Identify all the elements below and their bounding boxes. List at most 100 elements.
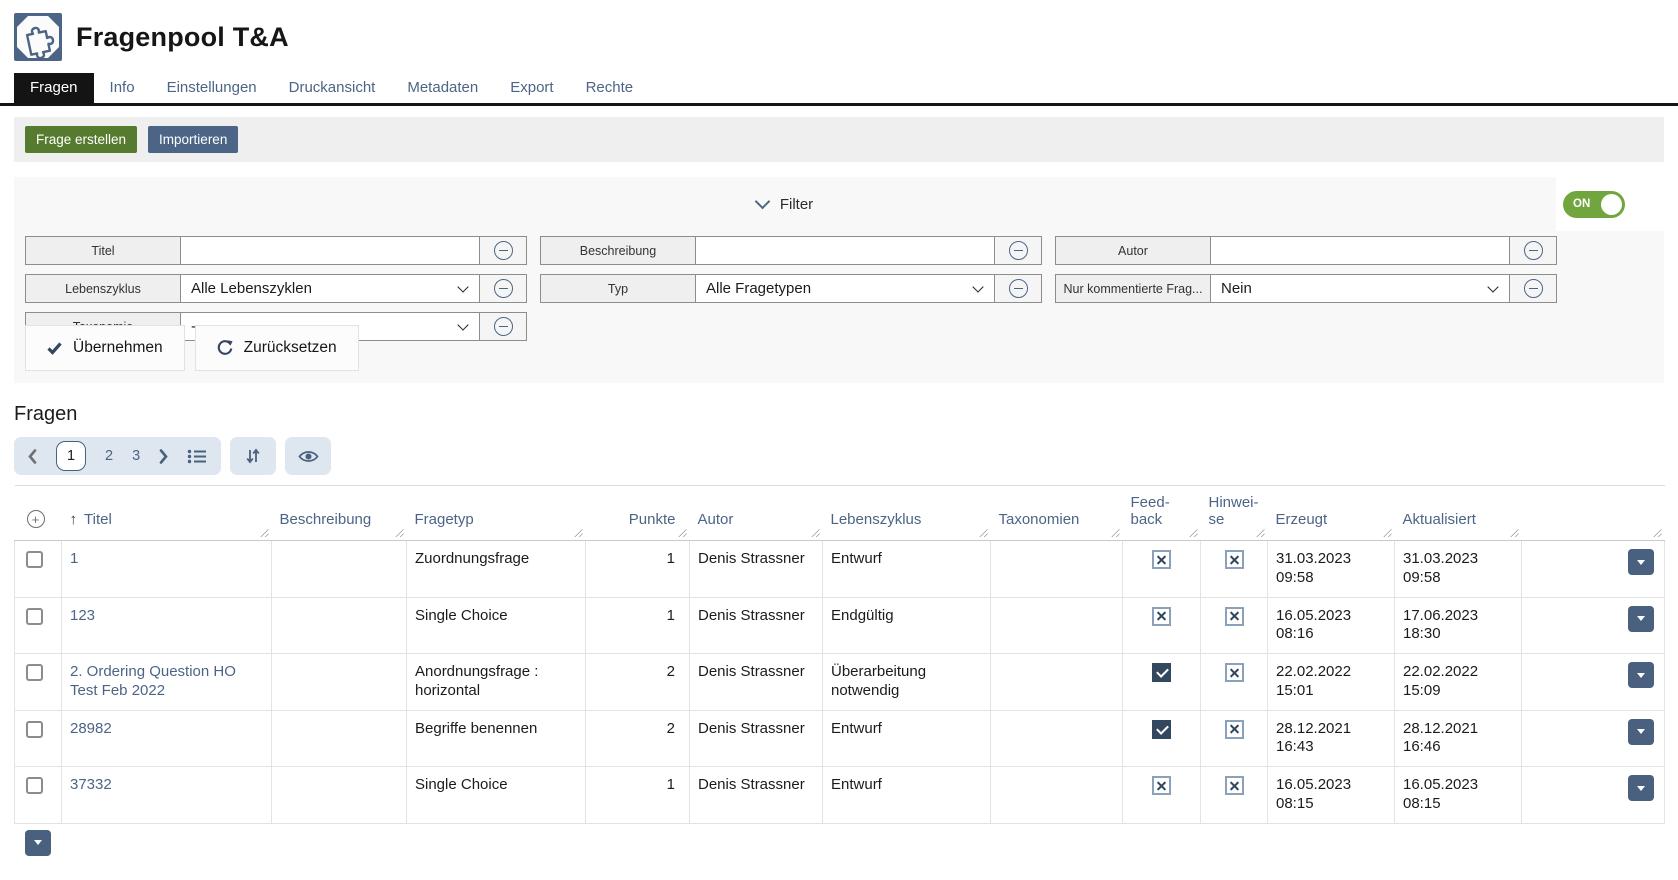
create-question-button[interactable]: Frage erstellen (25, 126, 137, 153)
plus-circle-icon[interactable]: + (27, 510, 45, 528)
tab-export[interactable]: Export (494, 73, 569, 103)
table-row: 123 Single Choice 1 Denis Strassner Endg… (15, 597, 1665, 654)
typ-filter-select[interactable]: Alle Fragetypen (696, 275, 994, 302)
next-page-button[interactable] (159, 449, 168, 464)
question-link[interactable]: 37332 (70, 776, 112, 793)
bulk-actions-dropdown[interactable] (25, 830, 51, 856)
page-1-button[interactable]: 1 (56, 441, 86, 471)
tab-druckansicht[interactable]: Druckansicht (273, 73, 392, 103)
column-resize-handle[interactable] (1510, 528, 1519, 537)
tab-bar: Fragen Info Einstellungen Druckansicht M… (0, 73, 1678, 106)
titel-filter-input[interactable] (181, 237, 479, 264)
filter-on-toggle[interactable]: ON (1563, 191, 1625, 218)
column-resize-handle[interactable] (1256, 528, 1265, 537)
row-actions-dropdown[interactable] (1628, 606, 1654, 632)
tab-info[interactable]: Info (94, 73, 151, 103)
cell-erzeugt: 16.05.202308:16 (1268, 597, 1395, 654)
chevron-right-icon (159, 449, 168, 464)
table-heading: Fragen (14, 403, 1678, 426)
row-actions-dropdown[interactable] (1628, 549, 1654, 575)
column-punkte[interactable]: Punkte (586, 486, 690, 541)
hinweise-crossed-checkbox-icon (1225, 550, 1244, 569)
tab-metadaten[interactable]: Metadaten (391, 73, 494, 103)
tab-fragen[interactable]: Fragen (14, 73, 94, 103)
autor-filter-input[interactable] (1211, 237, 1509, 264)
column-resize-handle[interactable] (1111, 528, 1120, 537)
column-erzeugt[interactable]: Erzeugt (1268, 486, 1395, 541)
tab-rechte[interactable]: Rechte (570, 73, 650, 103)
column-resize-handle[interactable] (1383, 528, 1392, 537)
remove-kommentierte-filter-button[interactable] (1509, 275, 1556, 302)
column-resize-handle[interactable] (979, 528, 988, 537)
column-beschreibung[interactable]: Beschreibung (272, 486, 407, 541)
column-resize-handle[interactable] (260, 528, 269, 537)
kommentierte-filter-select[interactable]: Nein (1211, 275, 1509, 302)
row-checkbox[interactable] (26, 777, 43, 794)
cell-beschreibung (272, 710, 407, 767)
cell-taxonomien (991, 654, 1123, 711)
column-autor[interactable]: Autor (690, 486, 823, 541)
feedback-crossed-checkbox-icon (1152, 550, 1171, 569)
column-lebenszyklus[interactable]: Lebenszyklus (823, 486, 991, 541)
column-hinweise[interactable]: Hinwei-se (1201, 486, 1268, 541)
row-checkbox[interactable] (26, 721, 43, 738)
filter-typ-label: Typ (541, 275, 696, 302)
remove-typ-filter-button[interactable] (994, 275, 1041, 302)
column-fragetyp[interactable]: Fragetyp (407, 486, 586, 541)
rows-per-page-button[interactable] (187, 449, 207, 464)
chevron-down-icon (972, 281, 983, 292)
cell-punkte: 1 (586, 597, 690, 654)
question-link[interactable]: 28982 (70, 720, 112, 737)
reset-filter-button[interactable]: Zurücksetzen (195, 325, 359, 371)
row-checkbox[interactable] (26, 608, 43, 625)
remove-autor-filter-button[interactable] (1509, 237, 1556, 264)
table-row: 1 Zuordnungsfrage 1 Denis Strassner Entw… (15, 541, 1665, 598)
cell-taxonomien (991, 767, 1123, 824)
previous-page-button[interactable] (28, 449, 37, 464)
beschreibung-filter-input[interactable] (696, 237, 994, 264)
row-actions-dropdown[interactable] (1628, 719, 1654, 745)
preview-visibility-button[interactable] (285, 437, 331, 475)
cell-punkte: 1 (586, 767, 690, 824)
reset-filter-label: Zurücksetzen (244, 339, 337, 357)
cell-autor: Denis Strassner (690, 541, 823, 598)
column-feedback[interactable]: Feed-back (1123, 486, 1201, 541)
question-link[interactable]: 2. Ordering Question HO Test Feb 2022 (70, 663, 236, 699)
import-button[interactable]: Importieren (148, 126, 238, 153)
column-taxonomien[interactable]: Taxonomien (991, 486, 1123, 541)
page-2-button[interactable]: 2 (105, 448, 113, 464)
minus-circle-icon (1009, 279, 1028, 298)
question-link[interactable]: 1 (70, 550, 78, 567)
remove-beschreibung-filter-button[interactable] (994, 237, 1041, 264)
column-aktualisiert[interactable]: Aktualisiert (1395, 486, 1522, 541)
row-actions-dropdown[interactable] (1628, 775, 1654, 801)
sort-icon (245, 448, 261, 464)
filter-collapse-header[interactable]: Filter (14, 177, 1556, 231)
page-3-button[interactable]: 3 (132, 448, 140, 464)
eye-icon (298, 449, 319, 464)
lebenszyklus-filter-select[interactable]: Alle Lebenszyklen (181, 275, 479, 302)
column-resize-handle[interactable] (574, 528, 583, 537)
chevron-down-icon (457, 281, 468, 292)
column-resize-handle[interactable] (1653, 528, 1662, 537)
table-row: 28982 Begriffe benennen 2 Denis Strassne… (15, 710, 1665, 767)
row-checkbox[interactable] (26, 664, 43, 681)
column-titel[interactable]: ↑Titel (62, 486, 272, 541)
sort-order-button[interactable] (230, 437, 276, 475)
question-link[interactable]: 123 (70, 607, 95, 624)
column-resize-handle[interactable] (678, 528, 687, 537)
remove-titel-filter-button[interactable] (479, 237, 526, 264)
caret-down-icon (1637, 729, 1645, 734)
apply-filter-button[interactable]: Übernehmen (25, 325, 185, 371)
column-resize-handle[interactable] (1189, 528, 1198, 537)
tab-einstellungen[interactable]: Einstellungen (151, 73, 273, 103)
minus-circle-icon (494, 279, 513, 298)
column-resize-handle[interactable] (811, 528, 820, 537)
cell-autor: Denis Strassner (690, 767, 823, 824)
row-actions-dropdown[interactable] (1628, 662, 1654, 688)
caret-down-icon (34, 840, 42, 845)
column-resize-handle[interactable] (395, 528, 404, 537)
row-checkbox[interactable] (26, 551, 43, 568)
cell-taxonomien (991, 541, 1123, 598)
remove-lebenszyklus-filter-button[interactable] (479, 275, 526, 302)
